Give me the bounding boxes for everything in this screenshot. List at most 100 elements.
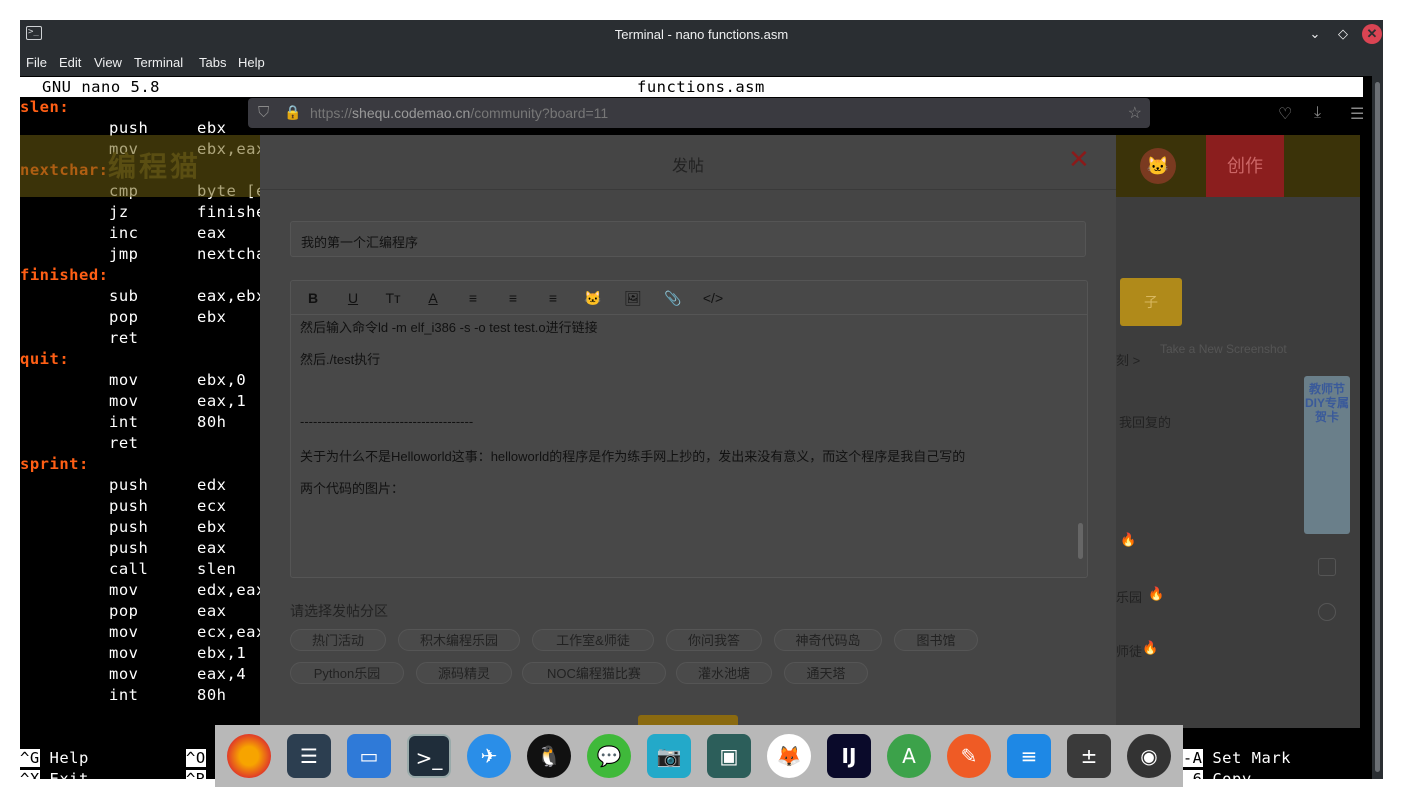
browser-overlay: ⛉ 🔒 https://shequ.codemao.cn/community?b…	[20, 98, 1383, 728]
bold-icon[interactable]: B	[303, 289, 323, 307]
side-item-mentor[interactable]: 师徒	[1116, 641, 1142, 660]
terminal-icon[interactable]: >_	[407, 734, 451, 778]
create-button[interactable]: 创作	[1206, 135, 1284, 197]
editor-line: 两个代码的图片：	[300, 481, 405, 496]
keep-above-icon[interactable]: ◇	[1333, 24, 1353, 44]
board-chip[interactable]: 积木编程乐园	[398, 629, 520, 651]
shortcut-set-mark[interactable]: M-A Set Mark	[1173, 749, 1291, 767]
shortcut-help[interactable]: ^G Help	[20, 749, 89, 767]
mobile-icon[interactable]	[1318, 558, 1336, 576]
screenshot-hint: Take a New Screenshot	[1160, 342, 1287, 356]
side-link-my-replies[interactable]: 我回复的	[1119, 412, 1171, 431]
menu-file[interactable]: File	[26, 55, 47, 70]
font-color-icon[interactable]: A	[423, 289, 443, 307]
menu-tabs[interactable]: Tabs	[199, 55, 226, 70]
board-chip[interactable]: 源码精灵	[416, 662, 512, 684]
wechat-icon[interactable]: 💬	[587, 734, 631, 778]
menu-edit[interactable]: Edit	[59, 55, 81, 70]
qq-icon[interactable]: 🐧	[527, 734, 571, 778]
qq-small-icon[interactable]	[1318, 603, 1336, 621]
nano-header: GNU nano 5.8 functions.asm	[20, 77, 1363, 97]
image-icon[interactable]: 🖼	[623, 289, 643, 307]
firefox-icon[interactable]	[227, 734, 271, 778]
board-chip[interactable]: 图书馆	[894, 629, 978, 651]
board-chip[interactable]: 热门活动	[290, 629, 386, 651]
editor-line: 然后./test执行	[300, 352, 381, 367]
music-player-icon[interactable]: ◉	[1127, 734, 1171, 778]
menu-bar: File Edit View Terminal Tabs Help	[20, 50, 1383, 76]
shortcut-copy[interactable]: M-6 Copy	[1173, 770, 1252, 779]
post-title-input[interactable]: 我的第一个汇编程序	[290, 221, 1086, 257]
bookmark-star-icon[interactable]: ☆	[1128, 103, 1142, 123]
board-chip[interactable]: 你问我答	[666, 629, 762, 651]
post-modal: 发帖 ✕ 我的第一个汇编程序 B U Tт A ≡ ≡ ≡ 🐱 🖼 📎 </> …	[260, 135, 1116, 728]
align-right-icon[interactable]: ≡	[543, 289, 563, 307]
label-copy: Copy	[1212, 770, 1252, 779]
editor-line: 然后输入命令ld -m elf_i386 -s -o test test.o进行…	[300, 320, 598, 335]
post-button[interactable]: 子	[1120, 278, 1182, 326]
board-chip[interactable]: 灌水池塘	[676, 662, 772, 684]
editor-line: 关于为什么不是Helloworld这事：helloworld的程序是作为练手网上…	[300, 449, 966, 464]
pocket-icon[interactable]: ♡	[1278, 104, 1292, 124]
shield-icon[interactable]: ⛉	[258, 104, 269, 121]
window-titlebar[interactable]: >_ Terminal - nano functions.asm ⌄ ◇ ✕	[20, 20, 1383, 50]
editor-line: ----------------------------------------	[300, 414, 474, 429]
gimp-icon[interactable]: 🦊	[767, 734, 811, 778]
font-size-icon[interactable]: Tт	[383, 289, 403, 307]
close-window-button[interactable]: ✕	[1362, 24, 1382, 44]
tape-app-icon[interactable]: ▣	[707, 734, 751, 778]
attachment-icon[interactable]: 📎	[663, 289, 683, 307]
align-left-icon[interactable]: ≡	[463, 289, 483, 307]
post-title-value: 我的第一个汇编程序	[301, 235, 419, 250]
files-icon[interactable]: ▭	[347, 734, 391, 778]
key-exit: ^X	[20, 770, 40, 779]
url-host: shequ.codemao.cn	[352, 105, 471, 121]
shortcut-exit[interactable]: ^X Exit	[20, 770, 89, 779]
calculator-icon[interactable]: ±	[1067, 734, 1111, 778]
modal-header: 发帖 ✕	[260, 135, 1116, 190]
close-icon[interactable]: ✕	[1068, 146, 1090, 172]
minimize-icon[interactable]: ⌄	[1305, 24, 1325, 44]
emoji-cat-icon[interactable]: 🐱	[583, 289, 603, 307]
user-avatar[interactable]: 🐱	[1140, 148, 1176, 184]
rich-text-editor[interactable]: B U Tт A ≡ ≡ ≡ 🐱 🖼 📎 </> 然后输入命令ld -m elf…	[290, 280, 1088, 578]
side-item-paradise[interactable]: 乐园	[1116, 587, 1142, 606]
modal-title: 发帖	[671, 158, 704, 175]
intellij-icon[interactable]: IJ	[827, 734, 871, 778]
board-chip[interactable]: 神奇代码岛	[774, 629, 882, 651]
label-help: Help	[49, 749, 89, 767]
board-chip[interactable]: 通天塔	[784, 662, 868, 684]
shortcut-write-out[interactable]: ^O	[186, 749, 206, 767]
underline-icon[interactable]: U	[343, 289, 363, 307]
settings-icon[interactable]: ☰	[287, 734, 331, 778]
android-studio-icon[interactable]: A	[887, 734, 931, 778]
board-chip[interactable]: NOC编程猫比赛	[522, 662, 666, 684]
board-chip[interactable]: Python乐园	[290, 662, 404, 684]
side-link-more[interactable]: 刻 >	[1116, 350, 1140, 369]
url-text[interactable]: https://shequ.codemao.cn/community?board…	[310, 105, 608, 121]
board-chip[interactable]: 工作室&师徒	[532, 629, 654, 651]
shortcut-read-file[interactable]: ^R	[186, 770, 206, 779]
screenshot-icon[interactable]: 📷	[647, 734, 691, 778]
lock-icon[interactable]: 🔒	[284, 104, 301, 121]
menu-view[interactable]: View	[94, 55, 122, 70]
url-prefix: https://	[310, 105, 353, 121]
editor-body[interactable]: 然后输入命令ld -m elf_i386 -s -o test test.o进行…	[291, 315, 1087, 577]
url-bar[interactable]: ⛉ 🔒 https://shequ.codemao.cn/community?b…	[248, 98, 1150, 128]
code-icon[interactable]: </>	[701, 289, 725, 307]
menu-icon[interactable]: ☰	[1350, 104, 1364, 124]
key-read-file: ^R	[186, 770, 206, 779]
site-logo[interactable]: 编程猫	[108, 145, 201, 185]
download-icon[interactable]: ⤓	[1314, 104, 1321, 122]
editor-scrollbar[interactable]	[1078, 523, 1083, 559]
board-section-label: 请选择发帖分区	[290, 603, 388, 619]
menu-help[interactable]: Help	[238, 55, 265, 70]
fire-icon: 🔥	[1148, 586, 1165, 601]
menu-terminal[interactable]: Terminal	[134, 55, 183, 70]
text-editor-icon[interactable]: ≡	[1007, 734, 1051, 778]
label-exit: Exit	[49, 770, 89, 779]
align-center-icon[interactable]: ≡	[503, 289, 523, 307]
postman-icon[interactable]: ✎	[947, 734, 991, 778]
bird-app-icon[interactable]: ✈	[467, 734, 511, 778]
teacher-day-poster[interactable]: 教师节DIY专属贺卡	[1304, 376, 1350, 534]
